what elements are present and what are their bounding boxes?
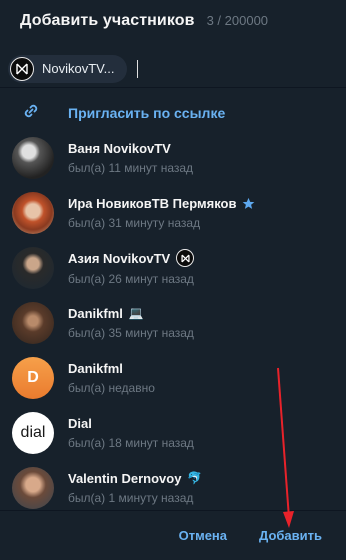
- contact-status: был(а) 31 минуту назад: [68, 215, 201, 230]
- avatar: [12, 301, 54, 344]
- contact-row[interactable]: D Danikfml был(а) недавно: [0, 350, 346, 405]
- selected-member-chip[interactable]: NovikovTV...: [8, 54, 127, 83]
- dialog-footer: Отмена Добавить: [0, 510, 346, 560]
- avatar-letter: D: [27, 368, 39, 386]
- contact-name-text: Азия NovikovTV: [68, 250, 171, 266]
- contact-row[interactable]: dial Dial был(а) 18 минут назад: [0, 405, 346, 460]
- dolphin-emoji: 🐬: [187, 471, 203, 485]
- contact-status: был(а) 11 минут назад: [68, 160, 194, 175]
- contact-status: был(а) 18 минут назад: [68, 435, 194, 450]
- text-cursor: [136, 59, 138, 78]
- invite-link-label: Пригласить по ссылке: [68, 105, 226, 121]
- members-counter: 3 / 200000: [206, 13, 269, 28]
- laptop-emoji: 💻: [128, 306, 144, 320]
- contact-name: Valentin Dernovoy 🐬: [68, 471, 202, 486]
- contact-name-text: Danikfml: [68, 305, 123, 321]
- contact-name: Азия NovikovTV: [68, 249, 195, 267]
- contact-row[interactable]: Ира НовиковТВ Пермяков был(а) 31 минуту …: [0, 185, 346, 240]
- contact-name: Danikfml 💻: [68, 306, 194, 321]
- dial-logo: dial: [20, 423, 46, 441]
- link-icon: [22, 102, 40, 125]
- contact-name: Dial: [68, 415, 92, 431]
- contact-status: был(а) 26 минут назад: [68, 272, 194, 286]
- contact-name-text: Valentin Dernovoy: [68, 470, 182, 486]
- add-members-dialog: Добавить участников 3 / 200000 NovikovTV…: [0, 0, 346, 560]
- contact-status: был(а) недавно: [68, 380, 155, 395]
- star-icon: [243, 197, 255, 209]
- contact-status: был(а) 35 минут назад: [68, 325, 194, 340]
- contact-row[interactable]: Valentin Dernovoy 🐬 был(а) 1 минуту наза…: [0, 460, 346, 510]
- add-button[interactable]: Добавить: [259, 528, 322, 543]
- avatar: [12, 466, 54, 509]
- cancel-button[interactable]: Отмена: [179, 528, 227, 543]
- dialog-title: Добавить участников: [20, 12, 195, 29]
- contact-status: был(а) 1 минуту назад: [68, 490, 194, 505]
- contact-name-text: Ира НовиковТВ Пермяков: [68, 195, 237, 211]
- avatar: dial: [12, 411, 54, 454]
- avatar: D: [12, 356, 54, 399]
- dialog-header: Добавить участников 3 / 200000: [0, 0, 346, 44]
- novikov-logo-icon: [176, 249, 195, 267]
- avatar: [12, 246, 54, 289]
- chip-label: NovikovTV...: [42, 61, 115, 76]
- contact-name: Ира НовиковТВ Пермяков: [68, 196, 255, 211]
- contact-row[interactable]: Danikfml 💻 был(а) 35 минут назад: [0, 295, 346, 350]
- contact-name: Ваня NovikovTV: [68, 140, 171, 156]
- contact-list: Ваня NovikovTV был(а) 11 минут назад Ира…: [0, 130, 346, 510]
- contact-row[interactable]: Азия NovikovTV был(а) 26 минут назад: [0, 240, 346, 295]
- novikov-logo-icon: [10, 56, 34, 81]
- contact-name: Danikfml: [68, 360, 123, 376]
- avatar: [12, 191, 54, 234]
- selected-members-field[interactable]: NovikovTV...: [0, 44, 346, 88]
- avatar: [12, 136, 54, 179]
- contact-row[interactable]: Ваня NovikovTV был(а) 11 минут назад: [0, 130, 346, 185]
